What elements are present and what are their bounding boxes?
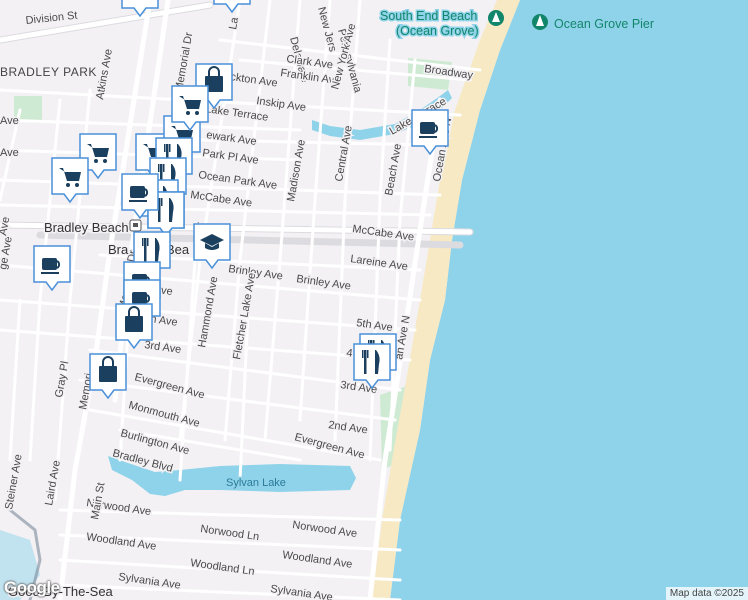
poi-label-south-end-beach: South End Beach <box>380 9 477 23</box>
street-label-ave-left1: Ave <box>0 115 19 127</box>
area-label-bradley-park: BRADLEY PARK <box>0 65 97 79</box>
poi-label-ocean-grove-pier: Ocean Grove Pier <box>554 17 654 31</box>
street-label-ave-left2: Ave <box>0 147 19 159</box>
train-station-icon[interactable] <box>129 219 142 232</box>
town-label-bradley-beach-center: Bra <box>108 242 129 257</box>
google-logo: Google <box>4 578 60 597</box>
map-canvas[interactable]: Division StAtkins Ave Memorial Dr Delaware… <box>0 0 748 600</box>
poi-south-end-beach-pin[interactable] <box>488 10 504 26</box>
town-label-bradley-beach: Bradley Beach <box>44 220 129 235</box>
poi-label-ocean-grove: (Ocean Grove) <box>396 24 479 38</box>
water-label-sylvan-lake: Sylvan Lake <box>226 477 286 489</box>
poi-ocean-grove-pier-pin[interactable] <box>532 14 548 30</box>
map-attribution[interactable]: Map data ©2025 <box>665 587 748 600</box>
